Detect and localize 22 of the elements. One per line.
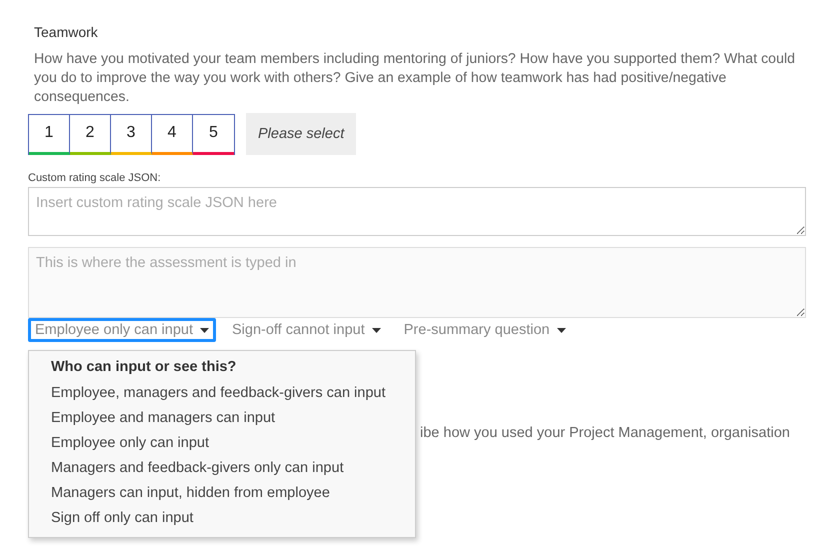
caret-icon — [372, 328, 381, 332]
rating-option[interactable]: 2 — [70, 114, 111, 154]
menu-item[interactable]: Employee and managers can input — [29, 406, 415, 431]
question-text: ibe how you used your Project Management, organisation — [420, 425, 790, 441]
rating-option[interactable]: 4 — [152, 114, 193, 154]
rating-option[interactable]: 3 — [111, 114, 152, 154]
caret-icon — [200, 328, 209, 332]
assessment-field[interactable]: This is where the assessment is typed in — [28, 247, 806, 318]
rating-option[interactable]: 1 — [29, 114, 70, 154]
json-input-field[interactable]: Insert custom rating scale JSON here — [28, 187, 806, 236]
menu-item[interactable]: Sign off only can input — [29, 506, 415, 531]
question-text: How have you motivated your team members including mentoring of juniors? How have you supported them? What could you do to improve the way you work with others? Give an example of how teamwork has had positive/negative consequences. — [34, 50, 796, 107]
menu-header: Who can input or see this? — [50, 359, 238, 377]
dropdown-button[interactable]: Employee only can input — [28, 318, 216, 342]
please-select-button[interactable]: Please select — [246, 113, 356, 155]
menu-item[interactable]: Employee, managers and feedback-givers can input — [29, 381, 415, 406]
menu-item[interactable]: Employee only can input — [29, 431, 415, 456]
section-title: Teamwork — [34, 24, 99, 40]
caret-icon — [556, 328, 566, 332]
field-label: Custom rating scale JSON: — [28, 172, 162, 184]
menu-item[interactable]: Managers can input, hidden from employee — [29, 481, 415, 506]
menu-item[interactable]: Managers and feedback-givers only can input — [29, 456, 415, 481]
